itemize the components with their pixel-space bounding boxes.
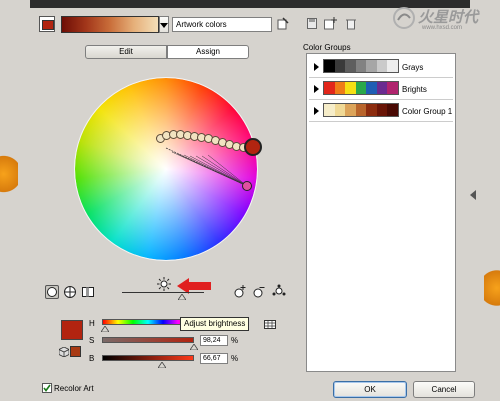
grays-swatches[interactable] [323, 59, 399, 73]
expand-triangle-icon[interactable] [314, 85, 319, 93]
remove-color-tool-icon[interactable] [253, 285, 265, 298]
brightness-sun-icon [157, 277, 171, 291]
collapse-panel-arrow-icon[interactable] [470, 190, 476, 200]
smooth-wheel-button[interactable] [45, 285, 59, 299]
list-item-label: Brights [402, 85, 427, 94]
marker-connector-lines [165, 147, 248, 187]
delete-color-group-icon[interactable] [346, 18, 356, 30]
right-edge-decoration [484, 262, 500, 314]
small-color-swatch[interactable] [70, 346, 81, 357]
brightness-unit: % [231, 354, 239, 363]
brightness-input[interactable] [200, 353, 228, 364]
watermark-logo: 火星时代 www.hxsd.com [392, 4, 496, 36]
recolor-art-label: Recolor Art [54, 384, 94, 393]
list-item[interactable]: Grays [309, 56, 453, 78]
segmented-wheel-button[interactable] [63, 285, 77, 299]
tab-assign[interactable]: Assign [167, 45, 249, 59]
watermark-url: www.hxsd.com [422, 25, 463, 31]
segmented-wheel-icon [64, 286, 76, 298]
brightness-slider-thumb[interactable] [177, 293, 187, 301]
list-item[interactable]: Brights [309, 78, 453, 100]
saturation-unit: % [231, 336, 239, 345]
single-color-marker[interactable] [242, 181, 252, 191]
add-color-tool-icon[interactable] [234, 285, 246, 298]
save-changes-icon[interactable] [307, 18, 317, 30]
color-groups-title: Color Groups [303, 43, 351, 52]
brightness-slider-track[interactable] [122, 292, 204, 293]
list-item[interactable]: Color Group 1 [309, 100, 453, 122]
link-harmony-colors-icon[interactable] [272, 284, 286, 298]
tab-edit[interactable]: Edit [85, 45, 167, 59]
left-edge-decoration [0, 148, 18, 200]
s-label: S [89, 336, 95, 345]
watermark-title: 火星时代 [418, 9, 479, 26]
selected-color-swatch [61, 320, 83, 340]
recolor-art-checkbox[interactable] [42, 383, 52, 393]
watermark-swirl-icon [393, 7, 415, 29]
h-label: H [89, 319, 95, 328]
color-group-1-swatches[interactable] [323, 103, 399, 117]
base-color-marker[interactable] [244, 138, 262, 156]
get-colors-icon[interactable] [277, 17, 289, 31]
color-bars-button[interactable] [81, 285, 95, 299]
ok-button[interactable]: OK [333, 381, 407, 398]
saturation-slider[interactable] [102, 337, 194, 343]
brightness-tooltip: Adjust brightness [180, 317, 250, 331]
brightness-value-slider-thumb[interactable] [157, 361, 167, 369]
saturation-slider-thumb[interactable] [189, 343, 199, 351]
new-color-group-icon[interactable] [324, 17, 337, 30]
smooth-wheel-icon [47, 287, 57, 297]
list-item-label: Grays [402, 63, 424, 72]
brightness-value-slider[interactable] [102, 355, 194, 361]
color-cube-icon[interactable] [58, 346, 70, 358]
list-item-label: Color Group 1 [402, 107, 453, 116]
color-mode-menu-icon[interactable] [264, 320, 276, 329]
color-bars-icon [82, 287, 94, 297]
color-group-name-input[interactable] [172, 17, 272, 32]
brights-swatches[interactable] [323, 81, 399, 95]
expand-triangle-icon[interactable] [314, 63, 319, 71]
artwork-gradient-bar[interactable] [61, 16, 159, 33]
checkmark-icon [43, 384, 51, 392]
gradient-dropdown-button[interactable] [159, 16, 169, 33]
hue-slider-thumb[interactable] [100, 325, 110, 333]
color-groups-list: Grays Brights Color Group 1 [306, 53, 456, 372]
cancel-button[interactable]: Cancel [413, 381, 475, 398]
b-label: B [89, 354, 95, 363]
expand-triangle-icon[interactable] [314, 107, 319, 115]
chevron-down-icon [160, 23, 168, 28]
saturation-input[interactable] [200, 335, 228, 346]
current-color-swatch[interactable] [39, 16, 55, 32]
color-markers[interactable] [150, 118, 270, 198]
